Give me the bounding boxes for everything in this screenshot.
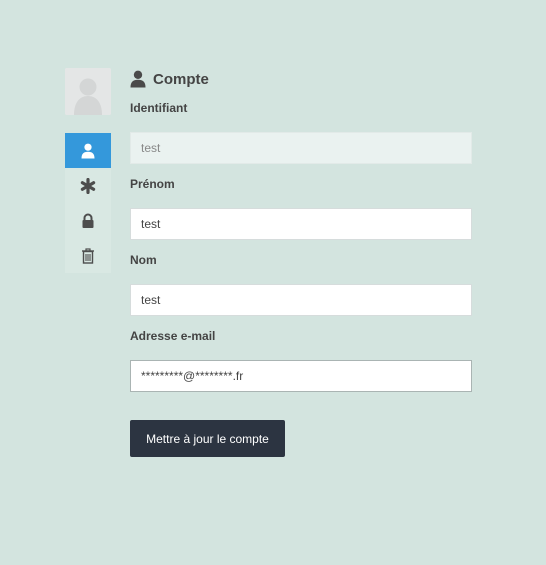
user-icon (81, 143, 95, 158)
avatar-placeholder-icon (65, 68, 111, 115)
email-label: Adresse e-mail (130, 329, 216, 343)
sidebar-item-delete[interactable] (65, 238, 111, 273)
lock-icon (82, 213, 94, 228)
nom-label: Nom (130, 253, 157, 267)
update-account-button[interactable]: Mettre à jour le compte (130, 420, 285, 457)
email-field[interactable] (130, 360, 472, 392)
sidebar-item-security[interactable] (65, 203, 111, 238)
prenom-field[interactable] (130, 208, 472, 240)
section-title: Compte (130, 68, 472, 90)
section-title-text: Compte (153, 70, 209, 88)
account-form: Compte Identifiant Prénom Nom Adresse e-… (130, 68, 472, 457)
sidebar-item-password[interactable] (65, 168, 111, 203)
identifiant-field[interactable] (130, 132, 472, 164)
user-icon (130, 70, 146, 88)
nom-field[interactable] (130, 284, 472, 316)
identifiant-label: Identifiant (130, 101, 188, 115)
profile-sidebar (65, 68, 111, 273)
trash-icon (82, 247, 94, 264)
avatar (65, 68, 111, 115)
sidebar-item-account[interactable] (65, 133, 111, 168)
asterisk-icon (80, 177, 96, 194)
sidebar-menu (65, 133, 111, 273)
prenom-label: Prénom (130, 177, 175, 191)
